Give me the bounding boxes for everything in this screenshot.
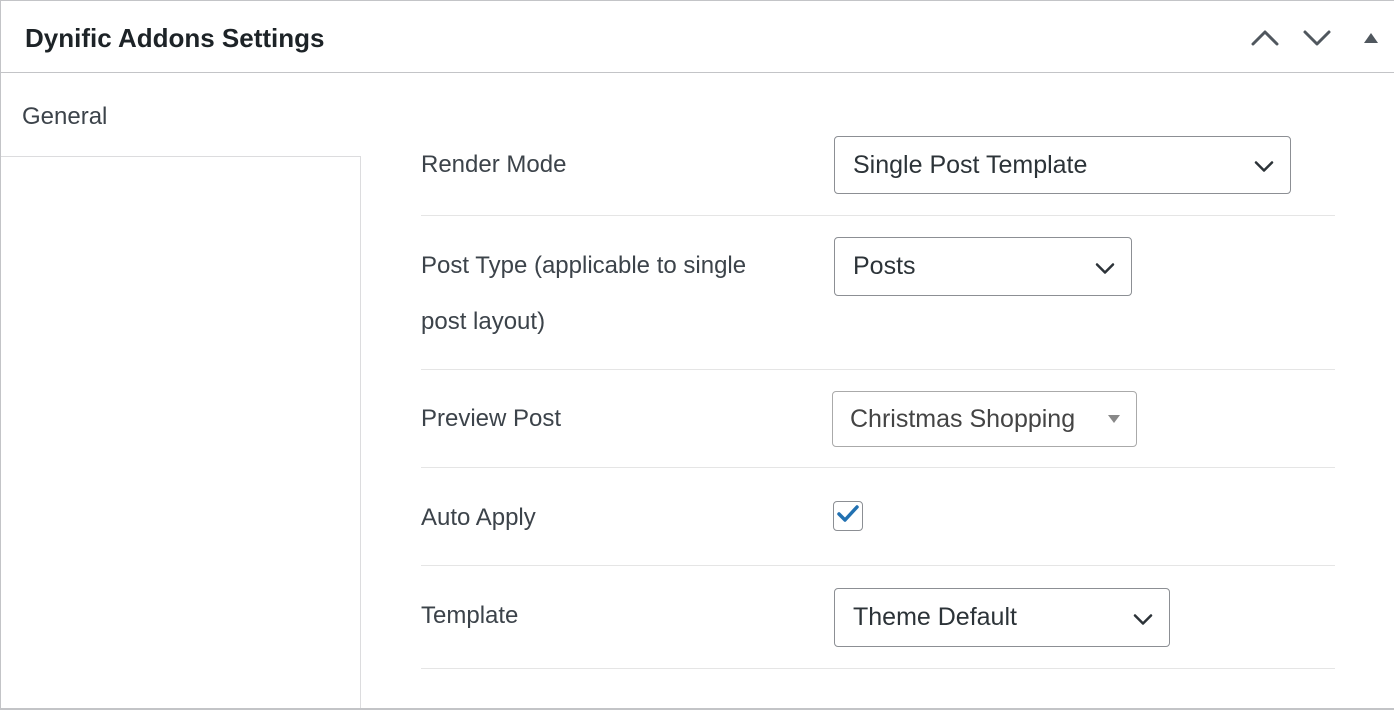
chevron-down-icon xyxy=(1302,28,1332,48)
active-tab-connector xyxy=(359,73,363,156)
template-value: Theme Default xyxy=(853,603,1017,631)
chevron-down-icon xyxy=(1254,151,1274,180)
post-type-label-line2: post layout) xyxy=(421,308,546,335)
panel-title: Dynific Addons Settings xyxy=(25,23,325,53)
caret-down-icon xyxy=(1108,415,1120,423)
metabox-header: Dynific Addons Settings xyxy=(1,1,1394,73)
preview-post-select[interactable]: Christmas Shopping xyxy=(832,391,1137,447)
render-mode-label: Render Mode xyxy=(421,151,567,178)
move-up-button[interactable] xyxy=(1247,23,1283,53)
settings-metabox: Dynific Addons Settings General Render M… xyxy=(0,0,1394,710)
tab-general[interactable]: General xyxy=(1,73,361,157)
render-mode-select[interactable]: Single Post Template xyxy=(834,136,1291,194)
auto-apply-label: Auto Apply xyxy=(421,504,536,531)
settings-sidebar: General xyxy=(1,73,361,709)
post-type-label-line1: Post Type (applicable to single xyxy=(421,252,747,279)
setting-row-auto-apply: Auto Apply xyxy=(421,468,1335,566)
chevron-up-icon xyxy=(1250,28,1280,48)
template-label: Template xyxy=(421,602,519,629)
move-down-button[interactable] xyxy=(1299,23,1335,53)
preview-post-label: Preview Post xyxy=(421,405,562,432)
toggle-panel-button[interactable] xyxy=(1353,23,1389,53)
preview-post-value: Christmas Shopping xyxy=(850,404,1076,433)
post-type-value: Posts xyxy=(853,252,916,280)
chevron-down-icon xyxy=(1133,603,1153,632)
template-select[interactable]: Theme Default xyxy=(834,588,1170,647)
chevron-down-icon xyxy=(1095,252,1115,281)
tab-general-label: General xyxy=(22,103,108,130)
auto-apply-checkbox[interactable] xyxy=(833,501,863,531)
triangle-up-icon xyxy=(1363,32,1379,44)
render-mode-value: Single Post Template xyxy=(853,150,1088,179)
checkmark-icon xyxy=(837,504,859,529)
post-type-select[interactable]: Posts xyxy=(834,237,1132,296)
